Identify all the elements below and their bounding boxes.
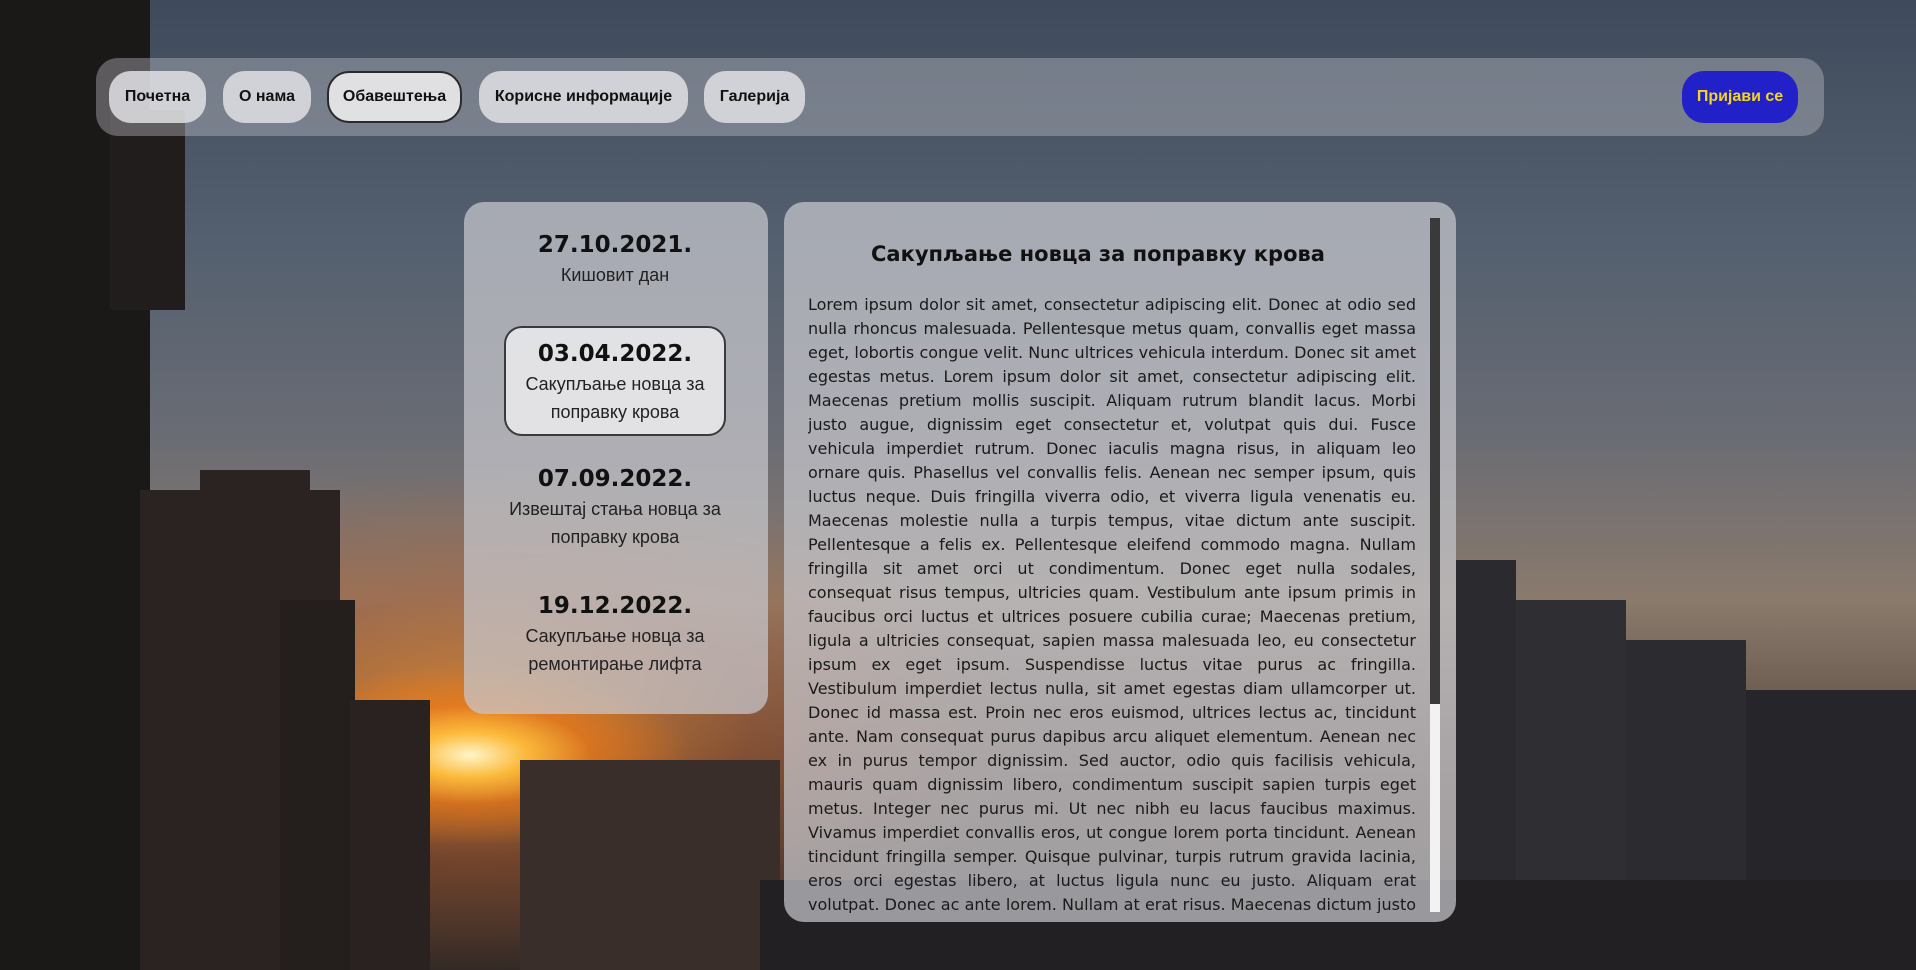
notice-date: 03.04.2022.	[537, 341, 693, 367]
notice-date: 27.10.2021.	[537, 232, 693, 258]
notices-list: 27.10.2021. Кишовит дан 03.04.2022. Саку…	[464, 202, 768, 714]
notice-item-selected[interactable]: 03.04.2022. Сакупљање новца за поправку …	[504, 326, 726, 436]
nav-useful-info[interactable]: Корисне информације	[479, 71, 688, 123]
article-body: Lorem ipsum dolor sit amet, consectetur …	[808, 295, 1416, 913]
notice-title: Извештај стања новца за поправку крова	[509, 499, 721, 547]
notice-date: 19.12.2022.	[537, 593, 693, 619]
scrollbar-thumb[interactable]	[1430, 218, 1440, 704]
notice-item[interactable]: 19.12.2022. Сакупљање новца за ремонтира…	[504, 593, 726, 678]
notice-date: 07.09.2022.	[537, 466, 693, 492]
notice-item[interactable]: 27.10.2021. Кишовит дан	[504, 232, 726, 289]
notice-item[interactable]: 07.09.2022. Извештај стања новца за попр…	[504, 466, 726, 551]
login-button[interactable]: Пријави се	[1682, 71, 1798, 123]
nav-gallery[interactable]: Галерија	[704, 71, 805, 123]
top-navbar: Почетна О нама Обавештења Корисне информ…	[96, 58, 1824, 136]
article-panel: Сакупљање новца за поправку крова Lorem …	[784, 202, 1456, 922]
article-title: Сакупљање новца за поправку крова	[871, 242, 1325, 266]
notice-title: Кишовит дан	[560, 265, 670, 285]
nav-home[interactable]: Почетна	[109, 71, 206, 123]
notice-title: Сакупљање новца за поправку крова	[525, 374, 705, 422]
article-scrollbar[interactable]	[1430, 218, 1440, 912]
notice-title: Сакупљање новца за ремонтирање лифта	[525, 626, 705, 674]
nav-notices[interactable]: Обавештења	[327, 71, 462, 123]
nav-about[interactable]: О нама	[223, 71, 311, 123]
